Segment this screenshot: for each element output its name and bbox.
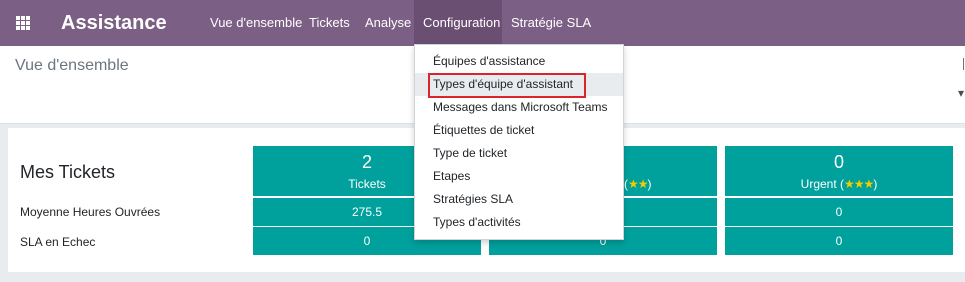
cell-sla-failed-urgent[interactable]: 0 [725, 227, 953, 255]
star-icon: ★★★ [844, 177, 874, 191]
menu-item-messages-teams[interactable]: Messages dans Microsoft Teams [415, 96, 623, 119]
control-divider [963, 58, 964, 70]
menu-configuration[interactable]: Configuration [414, 0, 502, 46]
menu-item-etapes[interactable]: Etapes [415, 165, 623, 188]
section-title: Mes Tickets [20, 162, 116, 182]
row-label-avg-hours: Moyenne Heures Ouvrées [20, 205, 161, 219]
cell-avg-hours-urgent[interactable]: 0 [725, 198, 953, 226]
menu-item-type-ticket[interactable]: Type de ticket [415, 142, 623, 165]
urgent-label: Urgent (★★★) [800, 177, 878, 191]
row-label-sla-failed: SLA en Echec [20, 235, 96, 249]
highlight-annotation [428, 73, 586, 98]
star-icon: ★★ [628, 177, 648, 191]
menu-item-etiquettes[interactable]: Étiquettes de ticket [415, 119, 623, 142]
menu-item-equipes[interactable]: Équipes d'assistance [415, 50, 623, 73]
menu-vue-ensemble[interactable]: Vue d'ensemble [210, 0, 302, 46]
menu-analyse[interactable]: Analyse [365, 0, 411, 46]
menu-item-types-activites[interactable]: Types d'activités [415, 211, 623, 234]
card-urgent[interactable]: 0 Urgent (★★★) [725, 146, 953, 196]
breadcrumb: Vue d'ensemble [15, 57, 129, 74]
app-title[interactable]: Assistance [61, 9, 167, 37]
menu-tickets[interactable]: Tickets [309, 0, 350, 46]
chevron-down-icon[interactable]: ▾ [958, 86, 964, 100]
high-priority-label: (★★) [624, 177, 652, 191]
menu-strategie-sla[interactable]: Stratégie SLA [511, 0, 591, 46]
urgent-count: 0 [833, 152, 844, 172]
top-navbar: Assistance Vue d'ensemble Tickets Analys… [0, 0, 965, 46]
menu-item-strategies-sla[interactable]: Stratégies SLA [415, 188, 623, 211]
apps-grid-icon[interactable] [0, 0, 46, 46]
